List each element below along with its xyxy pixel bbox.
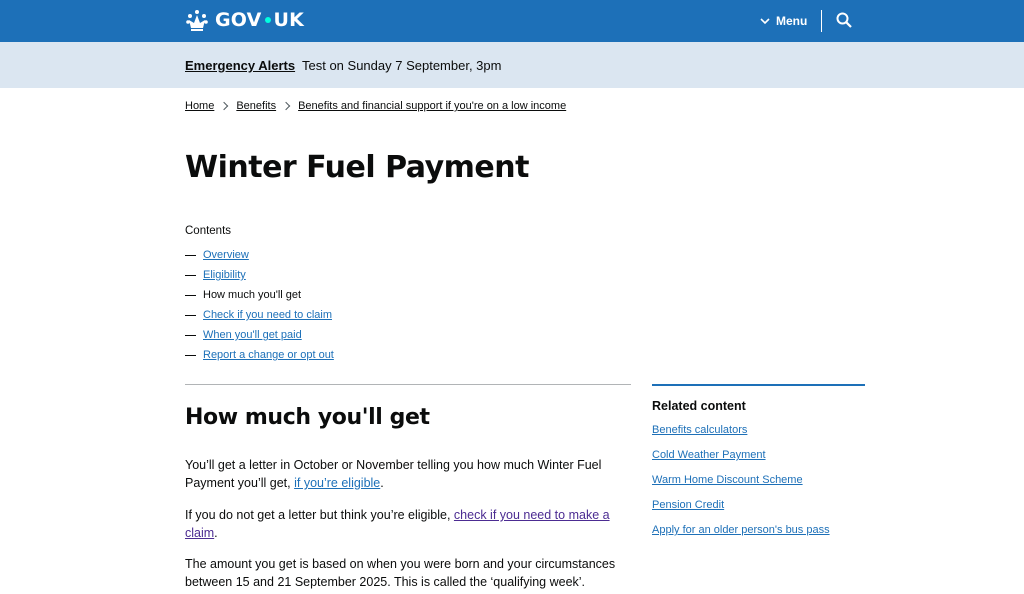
emergency-alerts-link[interactable]: Emergency Alerts: [185, 58, 295, 73]
breadcrumb: Home Benefits Benefits and financial sup…: [185, 100, 566, 112]
menu-label: Menu: [776, 14, 808, 28]
contents-item: Eligibility: [185, 265, 334, 285]
contents-link-when-paid[interactable]: When you'll get paid: [203, 329, 302, 341]
paragraph-amount: The amount you get is based on when you …: [185, 557, 616, 589]
related-item: Cold Weather Payment: [652, 449, 830, 474]
logo-dot: [264, 17, 271, 23]
related-link-bus-pass[interactable]: Apply for an older person's bus pass: [652, 524, 830, 536]
dash: [185, 254, 196, 256]
related-content-bar: [652, 384, 865, 386]
related-item: Apply for an older person's bus pass: [652, 524, 830, 549]
contents-item: Overview: [185, 245, 334, 265]
related-item: Pension Credit: [652, 499, 830, 524]
chevron-right-icon: [281, 101, 291, 111]
contents-link-check-claim[interactable]: Check if you need to claim: [203, 309, 332, 321]
menu-button[interactable]: Menu: [760, 11, 807, 31]
dash: [185, 274, 196, 276]
breadcrumb-benefits[interactable]: Benefits: [236, 100, 276, 112]
related-link-benefits-calculators[interactable]: Benefits calculators: [652, 424, 747, 436]
dash: [185, 314, 196, 316]
related-content-list: Benefits calculators Cold Weather Paymen…: [652, 424, 830, 549]
page-title: Winter Fuel Payment: [185, 150, 529, 185]
dash: [185, 334, 196, 336]
paragraph-letter: You’ll get a letter in October or Novemb…: [185, 458, 602, 490]
contents-link-report-change[interactable]: Report a change or opt out: [203, 349, 334, 361]
govuk-logo-link[interactable]: GOV UK: [185, 7, 304, 33]
related-link-cold-weather-payment[interactable]: Cold Weather Payment: [652, 449, 766, 461]
contents-list: Overview Eligibility How much you'll get…: [185, 245, 334, 365]
related-content-heading: Related content: [652, 399, 746, 413]
dash: [185, 354, 196, 356]
contents-item: How much you'll get: [185, 285, 334, 305]
related-link-warm-home-discount[interactable]: Warm Home Discount Scheme: [652, 474, 803, 486]
related-item: Benefits calculators: [652, 424, 830, 449]
contents-link-overview[interactable]: Overview: [203, 249, 249, 261]
contents-item: When you'll get paid: [185, 325, 334, 345]
breadcrumb-low-income[interactable]: Benefits and financial support if you're…: [298, 100, 566, 112]
logo-text: GOV UK: [215, 9, 305, 31]
section-title: How much you'll get: [185, 405, 430, 430]
contents-item: Check if you need to claim: [185, 305, 334, 325]
if-eligible-link[interactable]: if you’re eligible: [294, 476, 380, 490]
contents-current-item: How much you'll get: [203, 289, 302, 301]
contents-item: Report a change or opt out: [185, 345, 334, 365]
header-separator: [821, 10, 822, 32]
paragraph-no-letter: If you do not get a letter but think you…: [185, 508, 610, 540]
emergency-alert-banner: [0, 42, 1024, 88]
contents-link-eligibility[interactable]: Eligibility: [203, 269, 246, 281]
breadcrumb-home[interactable]: Home: [185, 100, 214, 112]
dash: [185, 294, 196, 296]
emergency-alert-text: Test on Sunday 7 September, 3pm: [302, 58, 502, 73]
crown-icon: [186, 10, 208, 31]
chevron-right-icon: [220, 101, 229, 111]
site-header: GOV UK Menu: [0, 0, 1024, 42]
contents-heading: Contents: [185, 225, 232, 237]
search-icon[interactable]: [836, 12, 852, 28]
related-item: Warm Home Discount Scheme: [652, 474, 830, 499]
section-divider: [185, 384, 631, 385]
related-link-pension-credit[interactable]: Pension Credit: [652, 499, 724, 511]
chevron-down-icon: [760, 18, 770, 25]
